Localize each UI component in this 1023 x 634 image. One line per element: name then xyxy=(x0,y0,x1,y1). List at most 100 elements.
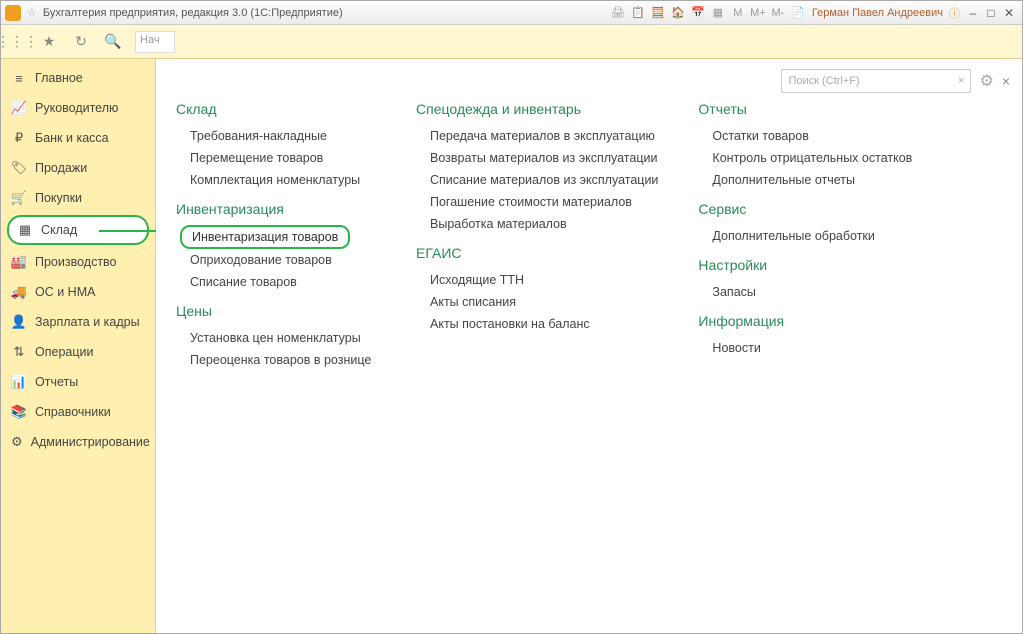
sidebar-item-10[interactable]: 📊 Отчеты xyxy=(1,367,155,397)
info-icon[interactable]: ⓘ xyxy=(949,5,960,21)
close-button[interactable]: ✕ xyxy=(1000,5,1018,21)
sidebar-item-label: Склад xyxy=(41,223,77,237)
sidebar-icon: 📊 xyxy=(11,374,27,390)
sidebar-icon: ⇅ xyxy=(11,344,27,360)
sidebar-item-0[interactable]: ≡ Главное xyxy=(1,63,155,93)
section-link[interactable]: Контроль отрицательных остатков xyxy=(698,147,912,169)
mminus-icon[interactable]: M- xyxy=(770,5,786,21)
settings-gear-icon[interactable]: ⚙ xyxy=(979,71,993,91)
window-title: Бухгалтерия предприятия, редакция 3.0 (1… xyxy=(43,7,343,19)
copy-icon[interactable]: 📋 xyxy=(630,5,646,21)
section-link[interactable]: Дополнительные отчеты xyxy=(698,169,912,191)
maximize-button[interactable]: □ xyxy=(982,5,1000,21)
clear-search-icon[interactable]: × xyxy=(958,75,964,87)
section-link[interactable]: Инвентаризация товаров xyxy=(180,225,350,249)
section-link[interactable]: Передача материалов в эксплуатацию xyxy=(416,125,658,147)
section-link[interactable]: Переоценка товаров в рознице xyxy=(176,349,376,371)
sidebar-icon: ⚙ xyxy=(11,434,23,450)
section-link[interactable]: Списание товаров xyxy=(176,271,376,293)
section-title: Настройки xyxy=(698,257,912,273)
sidebar-item-1[interactable]: 📈 Руководителю xyxy=(1,93,155,123)
section-link[interactable]: Дополнительные обработки xyxy=(698,225,912,247)
section-link[interactable]: Комплектация номенклатуры xyxy=(176,169,376,191)
sidebar-item-label: ОС и НМА xyxy=(35,285,95,299)
sidebar-icon: ≡ xyxy=(11,70,27,86)
sidebar-item-label: Банк и касса xyxy=(35,131,109,145)
search-input[interactable]: Поиск (Ctrl+F) × xyxy=(781,69,971,93)
sidebar-item-8[interactable]: 👤 Зарплата и кадры xyxy=(1,307,155,337)
sidebar-item-9[interactable]: ⇅Операции xyxy=(1,337,155,367)
section-title: Спецодежда и инвентарь xyxy=(416,101,658,117)
section-title: Информация xyxy=(698,313,912,329)
section-link[interactable]: Исходящие ТТН xyxy=(416,269,658,291)
sidebar-icon: 👤 xyxy=(11,314,27,330)
sidebar-item-label: Продажи xyxy=(35,161,87,175)
sidebar-icon: 📈 xyxy=(11,100,27,116)
sidebar-item-label: Производство xyxy=(35,255,117,269)
search-icon[interactable]: 🔍 xyxy=(103,32,123,52)
navigation-sidebar: ≡ Главное 📈 Руководителю ₽ Банк и касса 🏷 Прода… xyxy=(1,59,156,633)
section-link[interactable]: Остатки товаров xyxy=(698,125,912,147)
m-icon[interactable]: M xyxy=(730,5,746,21)
star-icon[interactable]: ★ xyxy=(39,32,59,52)
section-link[interactable]: Перемещение товаров xyxy=(176,147,376,169)
sidebar-item-label: Главное xyxy=(35,71,83,85)
section-link[interactable]: Возвраты материалов из эксплуатации xyxy=(416,147,658,169)
panel-column: Склад Требования-накладныеПеремещение тов… xyxy=(176,91,376,371)
section-link[interactable]: Новости xyxy=(698,337,912,359)
sidebar-item-11[interactable]: 📚 Справочники xyxy=(1,397,155,427)
titlebar-tool-icons: 🖨 📋 🧮 🏠 📅 ▦ M M+ M- 📄 xyxy=(610,5,806,21)
sidebar-item-5[interactable]: ▦ Склад xyxy=(7,215,149,245)
main-panel: Поиск (Ctrl+F) × ⚙ × Склад Требования-нак… xyxy=(156,59,1022,633)
sidebar-item-12[interactable]: ⚙ Администрирование xyxy=(1,427,155,457)
sidebar-item-label: Покупки xyxy=(35,191,82,205)
sidebar-item-4[interactable]: 🛒Покупки xyxy=(1,183,155,213)
section-link[interactable]: Требования-накладные xyxy=(176,125,376,147)
start-page-hint[interactable]: Нач xyxy=(135,31,175,53)
section-link[interactable]: Погашение стоимости материалов xyxy=(416,191,658,213)
sidebar-item-label: Руководителю xyxy=(35,101,118,115)
sidebar-icon: 🚚 xyxy=(11,284,27,300)
sidebar-icon: 🏭 xyxy=(11,254,27,270)
minimize-button[interactable]: – xyxy=(964,5,982,21)
sidebar-icon: ▦ xyxy=(17,222,33,238)
sidebar-icon: 🏷 xyxy=(11,160,27,176)
mplus-icon[interactable]: M+ xyxy=(750,5,766,21)
section-link[interactable]: Установка цен номенклатуры xyxy=(176,327,376,349)
section-title: Отчеты xyxy=(698,101,912,117)
favorite-star-icon[interactable]: ☆ xyxy=(27,6,37,19)
sidebar-item-label: Зарплата и кадры xyxy=(35,315,140,329)
history-icon[interactable]: ↻ xyxy=(71,32,91,52)
close-panel-icon[interactable]: × xyxy=(1002,73,1010,89)
section-link[interactable]: Акты постановки на баланс xyxy=(416,313,658,335)
user-name[interactable]: Герман Павел Андреевич xyxy=(812,7,943,19)
sidebar-item-label: Справочники xyxy=(35,405,111,419)
calc-icon[interactable]: 🧮 xyxy=(650,5,666,21)
sidebar-item-6[interactable]: 🏭 Производство xyxy=(1,247,155,277)
sidebar-item-label: Отчеты xyxy=(35,375,78,389)
section-title: Склад xyxy=(176,101,376,117)
sidebar-item-label: Администрирование xyxy=(31,435,150,449)
section-link[interactable]: Списание материалов из эксплуатации xyxy=(416,169,658,191)
calendar-icon[interactable]: 📅 xyxy=(690,5,706,21)
sidebar-item-7[interactable]: 🚚 ОС и НМА xyxy=(1,277,155,307)
clipboard-icon[interactable]: 📄 xyxy=(790,5,806,21)
app-logo-icon xyxy=(5,5,21,21)
main-toolbar: ⋮⋮⋮ ★ ↻ 🔍 Нач xyxy=(1,25,1022,59)
grid-icon[interactable]: ▦ xyxy=(710,5,726,21)
print-icon[interactable]: 🖨 xyxy=(610,5,626,21)
panel-column: Отчеты Остатки товаровКонтроль отрицатель… xyxy=(698,91,912,371)
home-icon[interactable]: 🏠 xyxy=(670,5,686,21)
section-link[interactable]: Запасы xyxy=(698,281,912,303)
section-title: Сервис xyxy=(698,201,912,217)
section-link[interactable]: Оприходование товаров xyxy=(176,249,376,271)
apps-grid-icon[interactable]: ⋮⋮⋮ xyxy=(7,32,27,52)
section-title: Цены xyxy=(176,303,376,319)
sidebar-icon: ₽ xyxy=(11,130,27,146)
section-link[interactable]: Выработка материалов xyxy=(416,213,658,235)
sidebar-item-3[interactable]: 🏷 Продажи xyxy=(1,153,155,183)
section-link[interactable]: Акты списания xyxy=(416,291,658,313)
search-placeholder: Поиск (Ctrl+F) xyxy=(788,75,859,87)
sidebar-icon: 📚 xyxy=(11,404,27,420)
sidebar-item-2[interactable]: ₽ Банк и касса xyxy=(1,123,155,153)
